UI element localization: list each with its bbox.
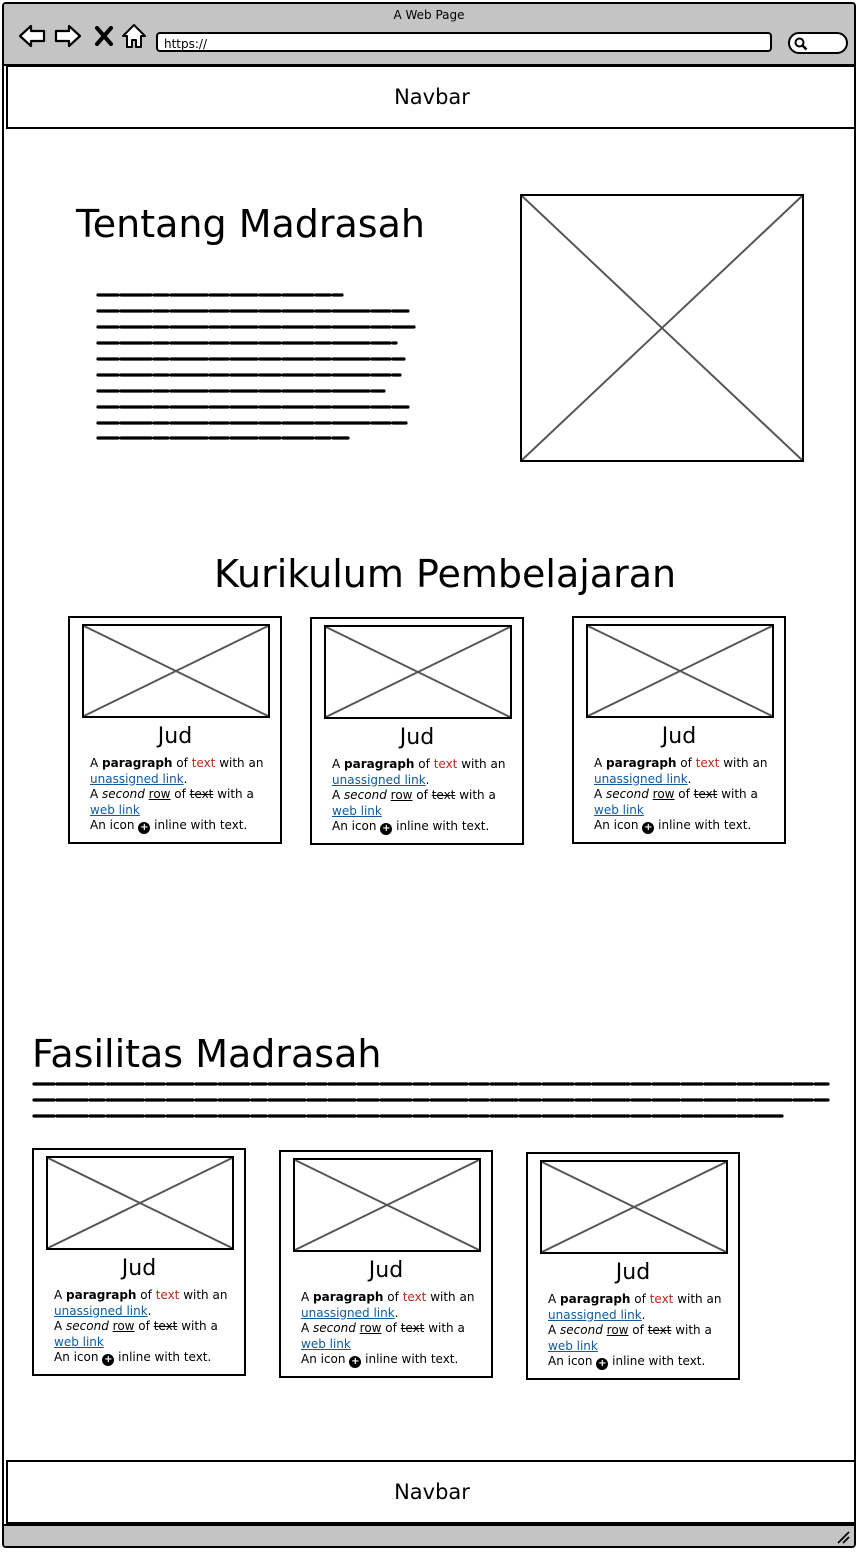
card-title: Jud	[615, 1260, 651, 1285]
card-image-placeholder	[46, 1156, 234, 1250]
status-bar	[4, 1524, 854, 1546]
bottom-navbar-label: Navbar	[394, 1480, 470, 1504]
card-image-placeholder	[82, 624, 270, 718]
window-title: A Web Page	[393, 8, 465, 22]
plus-circle-icon: +	[380, 823, 393, 835]
resize-grip-icon[interactable]	[836, 1530, 850, 1544]
web-link[interactable]: web link	[90, 803, 140, 817]
card-title: Jud	[157, 724, 193, 749]
plus-circle-icon: +	[596, 1358, 609, 1370]
facilities-placeholder-text	[32, 1082, 830, 1118]
curriculum-card[interactable]: Jud A paragraph of text with an unassign…	[572, 616, 786, 844]
plus-circle-icon: +	[642, 822, 655, 834]
card-body: A paragraph of text with an unassigned l…	[548, 1292, 722, 1370]
search-icon	[794, 37, 808, 51]
browser-window: A Web Page https:// Navbar Tentang Madra…	[2, 2, 856, 1548]
plus-circle-icon: +	[349, 1356, 362, 1368]
card-image-placeholder	[293, 1158, 481, 1252]
facility-card[interactable]: Jud A paragraph of text with an unassign…	[526, 1152, 740, 1380]
web-link[interactable]: web link	[332, 804, 382, 818]
facility-card[interactable]: Jud A paragraph of text with an unassign…	[279, 1150, 493, 1378]
home-icon[interactable]	[120, 22, 148, 50]
card-body: A paragraph of text with an unassigned l…	[90, 756, 264, 834]
browser-chrome: A Web Page https://	[4, 4, 854, 66]
card-title: Jud	[399, 725, 435, 750]
card-image-placeholder	[324, 625, 512, 719]
curriculum-card[interactable]: Jud A paragraph of text with an unassign…	[68, 616, 282, 844]
top-navbar[interactable]: Navbar	[6, 65, 854, 129]
card-title: Jud	[368, 1258, 404, 1283]
top-navbar-label: Navbar	[394, 85, 470, 109]
card-image-placeholder	[586, 624, 774, 718]
card-body: A paragraph of text with an unassigned l…	[594, 756, 768, 834]
bottom-navbar[interactable]: Navbar	[6, 1460, 854, 1524]
close-icon[interactable]	[92, 22, 120, 50]
curriculum-heading: Kurikulum Pembelajaran	[214, 552, 677, 596]
web-link[interactable]: web link	[54, 1335, 104, 1349]
about-image-placeholder	[520, 194, 804, 462]
card-image-placeholder	[540, 1160, 728, 1254]
card-body: A paragraph of text with an unassigned l…	[54, 1288, 228, 1366]
forward-arrow-icon[interactable]	[54, 22, 82, 50]
unassigned-link[interactable]: unassigned link	[54, 1304, 148, 1318]
web-link[interactable]: web link	[548, 1339, 598, 1353]
web-link[interactable]: web link	[594, 803, 644, 817]
unassigned-link[interactable]: unassigned link	[301, 1306, 395, 1320]
about-heading: Tentang Madrasah	[76, 202, 425, 246]
address-bar[interactable]: https://	[156, 32, 772, 52]
unassigned-link[interactable]: unassigned link	[332, 773, 426, 787]
plus-circle-icon: +	[102, 1354, 115, 1366]
card-body: A paragraph of text with an unassigned l…	[332, 757, 506, 835]
unassigned-link[interactable]: unassigned link	[594, 772, 688, 786]
unassigned-link[interactable]: unassigned link	[548, 1308, 642, 1322]
facility-card[interactable]: Jud A paragraph of text with an unassign…	[32, 1148, 246, 1376]
curriculum-card[interactable]: Jud A paragraph of text with an unassign…	[310, 617, 524, 845]
plus-circle-icon: +	[138, 822, 151, 834]
unassigned-link[interactable]: unassigned link	[90, 772, 184, 786]
back-arrow-icon[interactable]	[18, 22, 46, 50]
search-box[interactable]	[788, 32, 848, 54]
card-title: Jud	[121, 1256, 157, 1281]
card-title: Jud	[661, 724, 697, 749]
about-placeholder-text	[96, 293, 416, 440]
facilities-heading: Fasilitas Madrasah	[32, 1032, 382, 1076]
web-link[interactable]: web link	[301, 1337, 351, 1351]
card-body: A paragraph of text with an unassigned l…	[301, 1290, 475, 1368]
